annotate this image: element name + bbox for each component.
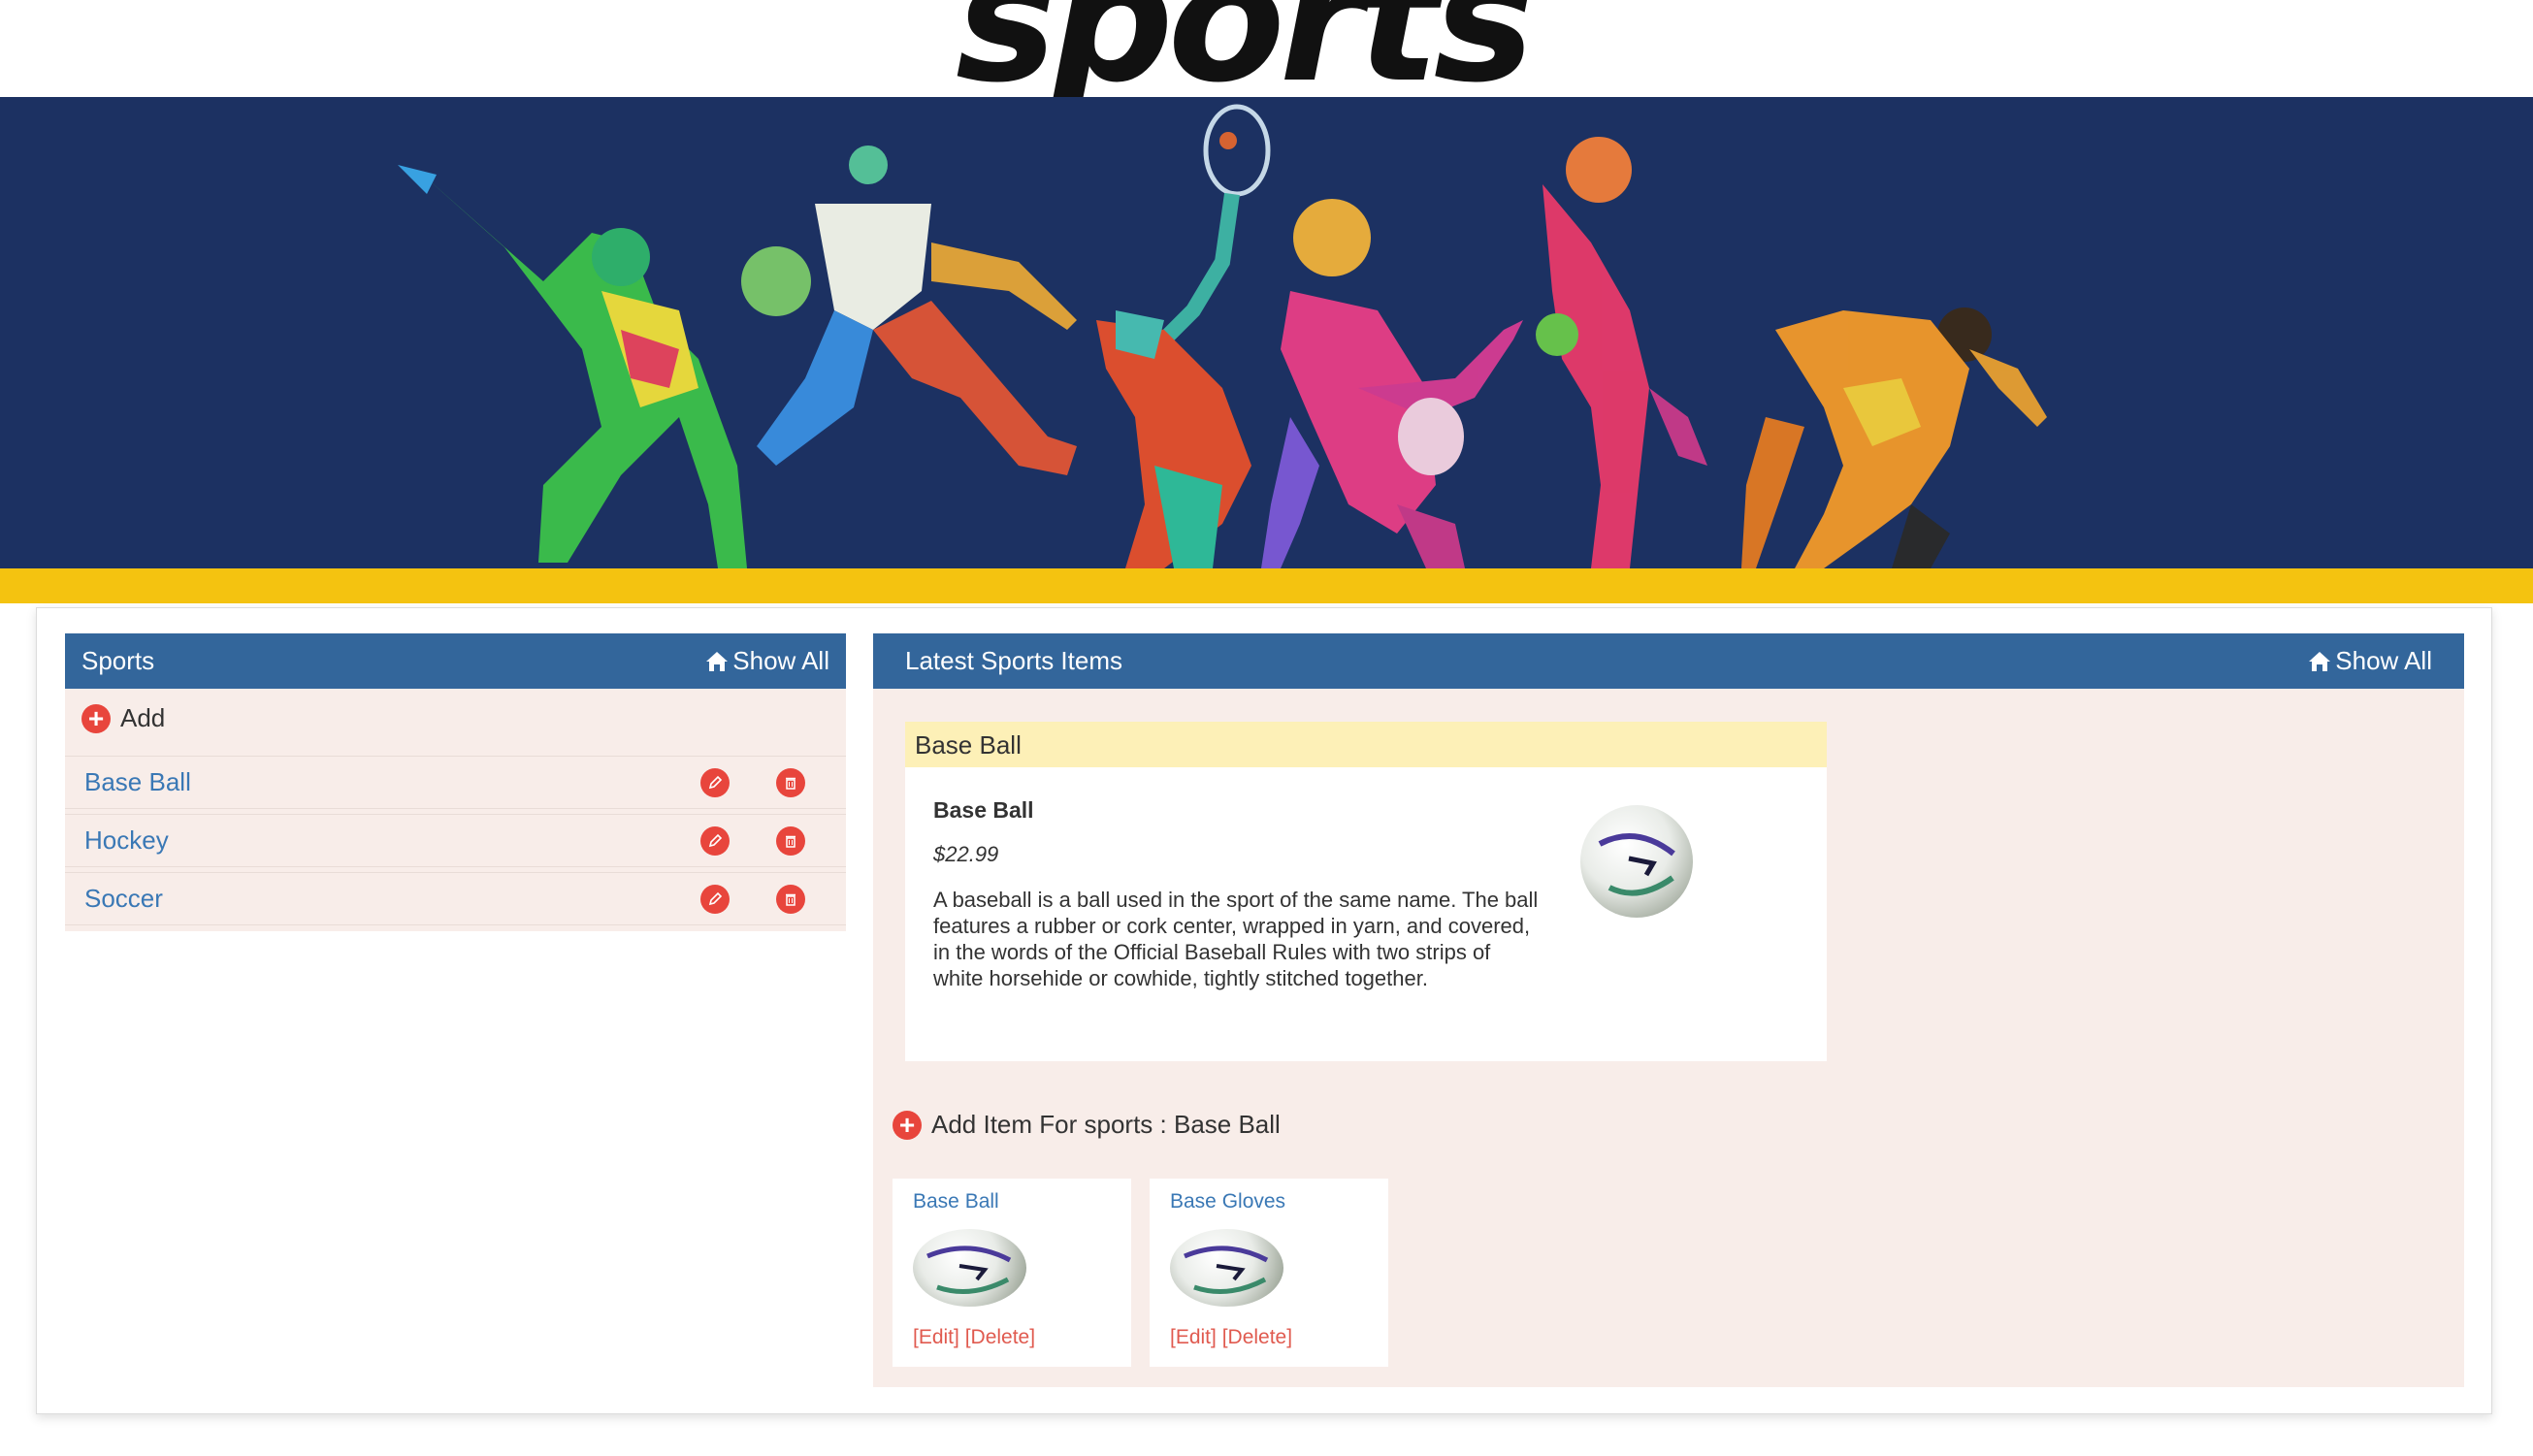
- item-actions: [Edit] [Delete]: [1170, 1326, 1292, 1349]
- item-link[interactable]: Base Gloves: [1170, 1190, 1285, 1213]
- sports-panel: Sports Show All + Add Base Ball Hockey S…: [65, 633, 846, 931]
- add-sport-button[interactable]: + Add: [81, 703, 165, 733]
- sport-list-item: Soccer: [65, 872, 846, 925]
- site-header: sports: [0, 0, 2533, 97]
- latest-items-panel: Latest Sports Items Show All Base Ball B…: [873, 633, 2464, 1387]
- add-sport-label: Add: [120, 703, 166, 732]
- item-actions: [Edit] [Delete]: [913, 1326, 1035, 1349]
- sport-list-item: Hockey: [65, 814, 846, 867]
- edit-sport-button[interactable]: [700, 768, 730, 797]
- sport-link-baseball[interactable]: Base Ball: [84, 767, 191, 797]
- delete-sport-button[interactable]: [776, 885, 805, 914]
- home-icon: [2309, 651, 2331, 671]
- pencil-icon: [708, 833, 723, 848]
- soccer-ball-image: [1580, 805, 1693, 918]
- delete-sport-button[interactable]: [776, 826, 805, 856]
- sports-panel-title: Sports: [81, 646, 155, 675]
- latest-items-title: Latest Sports Items: [905, 646, 1122, 675]
- soccer-ball-image: [1170, 1229, 1283, 1307]
- sport-link-hockey[interactable]: Hockey: [84, 825, 169, 856]
- edit-item-link[interactable]: [Edit]: [1170, 1326, 1217, 1348]
- plus-circle-icon: +: [893, 1110, 922, 1140]
- ball-pattern: [1184, 1246, 1269, 1294]
- trash-icon: [786, 893, 796, 906]
- edit-item-link[interactable]: [Edit]: [913, 1326, 959, 1348]
- latest-show-all-link[interactable]: Show All: [2308, 646, 2432, 676]
- add-item-button[interactable]: + Add Item For sports : Base Ball: [893, 1110, 1281, 1140]
- delete-item-link[interactable]: [Delete]: [1222, 1326, 1292, 1348]
- site-logo[interactable]: sports: [956, 0, 1535, 97]
- sports-show-all-link[interactable]: Show All: [705, 646, 829, 676]
- sport-list: Base Ball Hockey Soccer: [65, 756, 846, 930]
- soccer-ball-image: [913, 1229, 1026, 1307]
- hero-banner: [0, 97, 2533, 568]
- sport-link-soccer[interactable]: Soccer: [84, 884, 163, 914]
- ball-pattern: [926, 1246, 1012, 1294]
- sports-panel-header: Sports Show All: [65, 633, 846, 689]
- item-link[interactable]: Base Ball: [913, 1190, 999, 1213]
- trash-icon: [786, 835, 796, 848]
- item-card: Base Ball [Edit] [Delete]: [893, 1179, 1131, 1367]
- edit-sport-button[interactable]: [700, 885, 730, 914]
- plus-circle-icon: +: [81, 703, 111, 733]
- delete-sport-button[interactable]: [776, 768, 805, 797]
- item-card: Base Gloves [Edit] [Delete]: [1150, 1179, 1388, 1367]
- featured-item-price: $22.99: [933, 842, 999, 866]
- featured-item-card: Base Ball Base Ball $22.99 A baseball is…: [905, 722, 1827, 1061]
- sport-list-item: Base Ball: [65, 756, 846, 809]
- accent-bar: [0, 568, 2533, 603]
- latest-items-header: Latest Sports Items Show All: [873, 633, 2464, 689]
- delete-item-link[interactable]: [Delete]: [965, 1326, 1035, 1348]
- edit-sport-button[interactable]: [700, 826, 730, 856]
- latest-show-all-label: Show All: [2335, 646, 2432, 675]
- pencil-icon: [708, 891, 723, 906]
- featured-item-header: Base Ball: [905, 722, 1827, 767]
- add-item-label: Add Item For sports : Base Ball: [931, 1110, 1281, 1139]
- home-icon: [706, 651, 729, 671]
- pencil-icon: [708, 775, 723, 790]
- featured-item-description: A baseball is a ball used in the sport o…: [933, 888, 1539, 990]
- ball-pattern: [1598, 833, 1675, 896]
- featured-item-name: Base Ball: [933, 797, 1034, 823]
- athletes-illustration: [398, 104, 2047, 568]
- sports-show-all-label: Show All: [732, 646, 829, 675]
- trash-icon: [786, 777, 796, 790]
